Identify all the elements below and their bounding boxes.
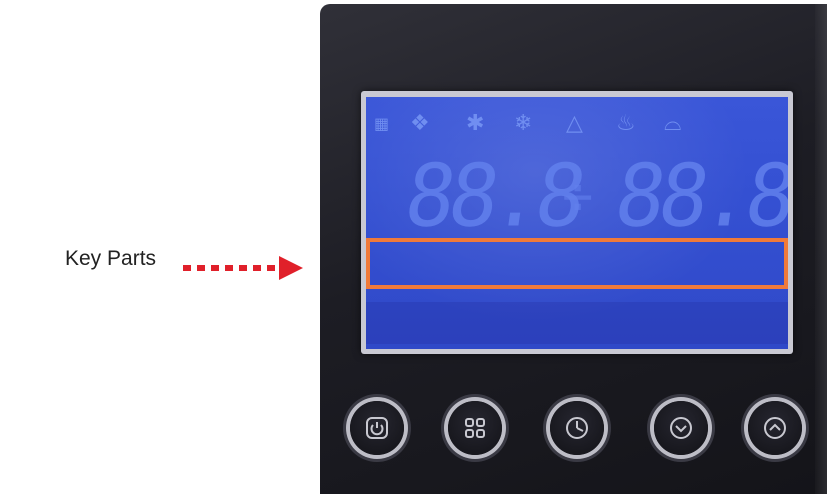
grid-icon (465, 418, 485, 438)
lcd-frame: ▦ ❖ ✱ ❄ △ ♨ ⌓ 88.8 ÷ 88.8 (361, 91, 793, 354)
controller-panel: ▦ ❖ ✱ ❄ △ ♨ ⌓ 88.8 ÷ 88.8 (320, 4, 827, 494)
mode-button[interactable] (448, 401, 502, 455)
left-digit-display: 88.8 (399, 146, 587, 247)
up-button[interactable] (748, 401, 802, 455)
sun-icon: ✱ (466, 111, 485, 136)
chevron-up-icon (764, 417, 786, 439)
power-button[interactable] (350, 401, 404, 455)
fan-icon: ❖ (410, 111, 430, 136)
lcd-screen: ▦ ❖ ✱ ❄ △ ♨ ⌓ 88.8 ÷ 88.8 (366, 97, 788, 349)
lcd-lower-strip (366, 302, 788, 344)
key-parts-label: Key Parts (65, 247, 157, 270)
heat-icon: ♨ (616, 111, 636, 136)
defrost-icon: ⌓ (664, 111, 682, 136)
display-separator: ÷ (562, 167, 594, 227)
key-parts-highlight-box (366, 238, 788, 289)
lcd-corner-indicator: ▦ (374, 114, 390, 133)
dotted-arrow-icon (183, 256, 303, 280)
clock-button[interactable] (550, 401, 604, 455)
clock-icon (566, 417, 588, 439)
lcd-icon-row: ▦ ❖ ✱ ❄ △ ♨ ⌓ (366, 109, 788, 139)
snowflake-icon: ❄ (514, 111, 533, 136)
down-button[interactable] (654, 401, 708, 455)
right-digit-display: 88.8 (609, 146, 788, 247)
power-icon (366, 417, 388, 439)
chevron-down-icon (670, 417, 692, 439)
warning-icon: △ (566, 111, 583, 136)
